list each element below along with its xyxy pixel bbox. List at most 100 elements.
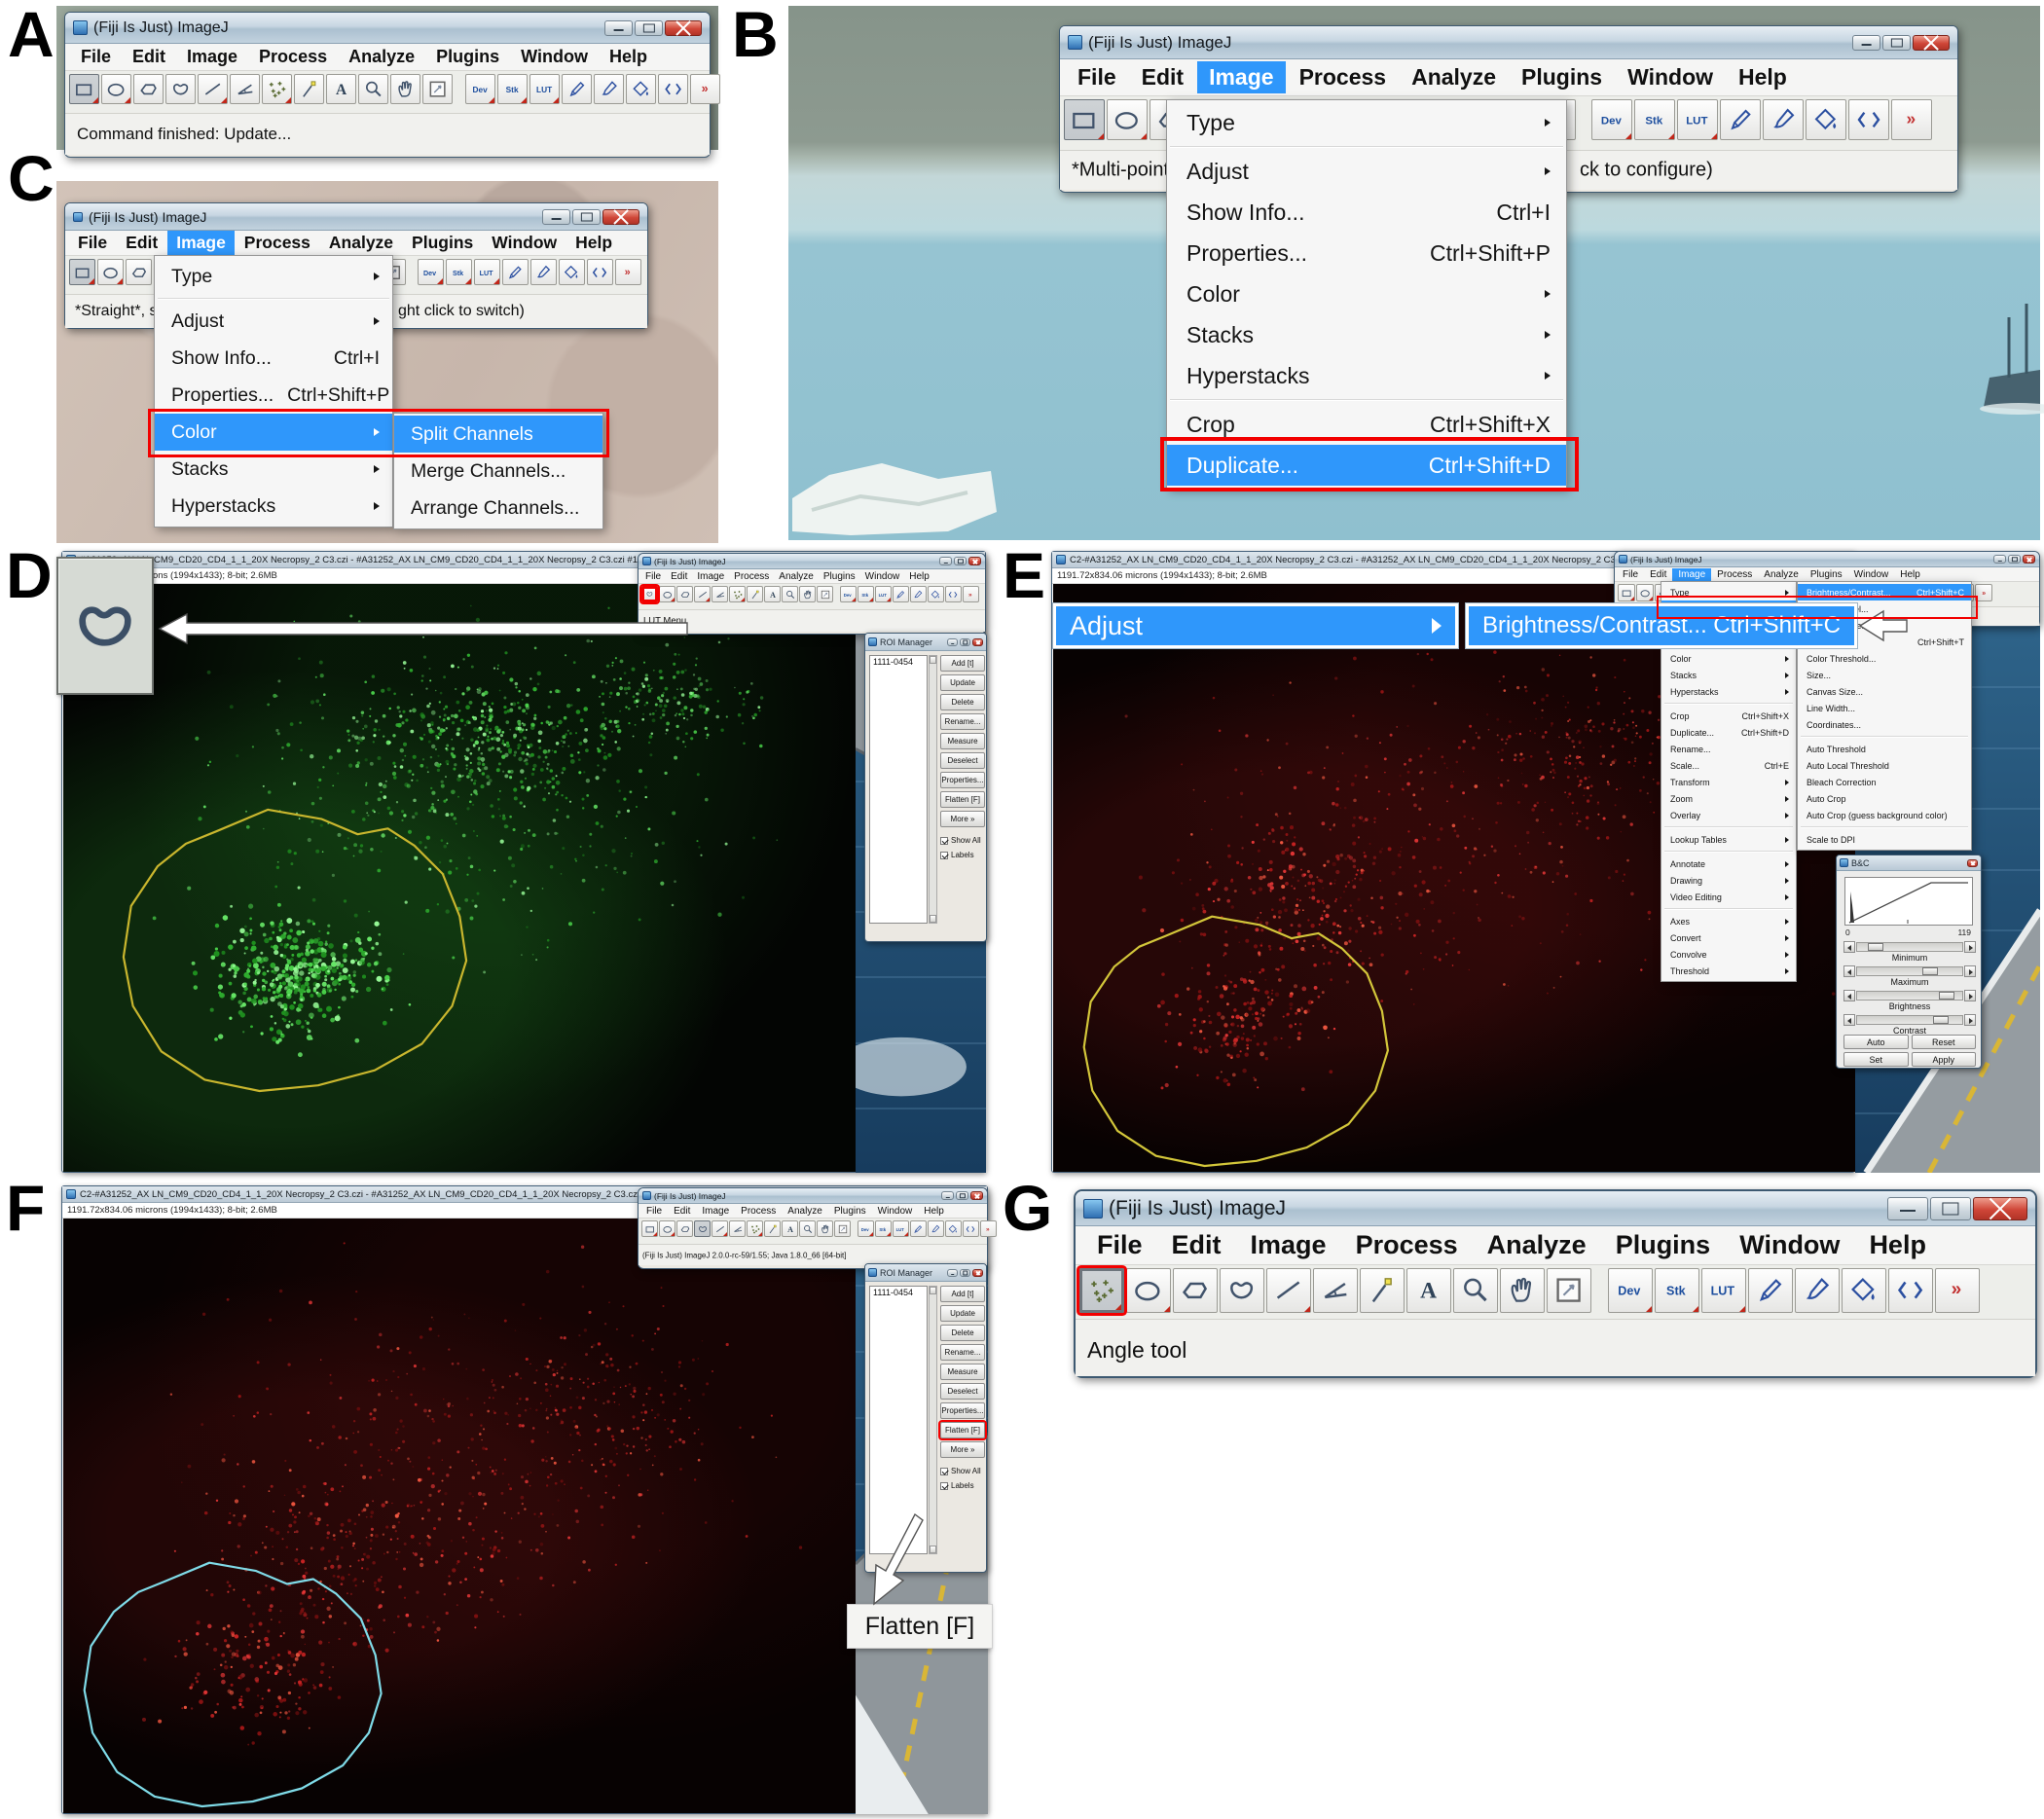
roi-button[interactable]: Add [t] — [940, 655, 985, 672]
menubar-item[interactable]: Analyze — [1400, 61, 1508, 93]
minimize-button[interactable] — [939, 557, 952, 565]
menubar-item[interactable]: Process — [1711, 568, 1758, 581]
roi-button[interactable]: Update — [940, 674, 985, 691]
minimize-button[interactable] — [947, 1269, 958, 1277]
lut-menu[interactable]: LUT — [875, 586, 892, 602]
dev-menu[interactable]: Dev — [1608, 1268, 1653, 1313]
menubar-item[interactable]: Help — [904, 570, 934, 583]
menubar-item[interactable]: Analyze — [782, 1205, 828, 1218]
menubar-item[interactable]: Plugins — [828, 1205, 872, 1218]
maximize-button[interactable] — [635, 20, 663, 36]
rectangle-tool[interactable] — [69, 74, 99, 104]
flood-fill-tool[interactable] — [1806, 99, 1846, 140]
minimize-button[interactable] — [604, 20, 633, 36]
roi-button[interactable]: Rename... — [940, 1344, 985, 1361]
pencil-tool[interactable] — [1720, 99, 1761, 140]
minimize-button[interactable] — [1993, 555, 2006, 564]
menubar-item[interactable]: Edit — [117, 231, 166, 255]
pencil-tool[interactable] — [1748, 1268, 1793, 1313]
roi-button[interactable]: Measure — [940, 1364, 985, 1380]
menu-item[interactable]: Crop Ctrl+Shift+X — [1661, 708, 1796, 724]
minimize-button[interactable] — [1852, 35, 1880, 51]
dev-menu[interactable]: Dev — [1591, 99, 1632, 140]
roi-button[interactable]: Deselect — [940, 752, 985, 769]
paintbrush-tool[interactable] — [594, 74, 624, 104]
slider-right-arrow[interactable] — [1964, 990, 1976, 1001]
stk-menu[interactable]: Stk — [875, 1220, 892, 1237]
freehand-tool[interactable] — [165, 74, 196, 104]
bc-slider[interactable]: Contrast — [1843, 1014, 1976, 1037]
more-tools[interactable]: » — [963, 586, 979, 602]
bc-slider[interactable]: Minimum — [1843, 941, 1976, 964]
wand-tool[interactable] — [294, 74, 324, 104]
menubar-item[interactable]: Image — [692, 570, 729, 583]
menubar-item[interactable]: Image — [1237, 1227, 1340, 1263]
rectangle-tool[interactable] — [1618, 584, 1635, 601]
freehand-tool[interactable] — [694, 1220, 711, 1237]
menubar-item[interactable]: Help — [566, 231, 621, 255]
menu-item[interactable]: Transform — [1661, 774, 1796, 790]
maximize-button[interactable] — [960, 638, 970, 646]
menu-item[interactable]: Brightness/Contrast... Ctrl+Shift+C — [1798, 584, 1971, 600]
rectangle-tool[interactable] — [69, 259, 95, 285]
menubar-item[interactable]: File — [1083, 1227, 1156, 1263]
menu-item[interactable]: Duplicate... Ctrl+Shift+D — [1167, 445, 1566, 486]
zoom-tool[interactable] — [1453, 1268, 1498, 1313]
dev-menu[interactable]: Dev — [465, 74, 495, 104]
arrows-tool[interactable] — [1888, 1268, 1933, 1313]
flood-fill-tool[interactable] — [928, 586, 944, 602]
line-tool[interactable] — [712, 1220, 728, 1237]
menu-item[interactable]: Color — [155, 414, 392, 451]
pencil-tool[interactable] — [910, 1220, 927, 1237]
menu-item[interactable]: Scale... Ctrl+E — [1661, 757, 1796, 774]
slider-right-arrow[interactable] — [1964, 941, 1976, 953]
roi-button[interactable]: Rename... — [940, 713, 985, 730]
roi-list-scrollbar[interactable] — [929, 1286, 937, 1554]
arrows-tool[interactable] — [963, 1220, 979, 1237]
menubar-item[interactable]: Process — [735, 1205, 782, 1218]
roi-checkbox[interactable]: Show All — [940, 836, 987, 845]
dev-menu[interactable]: Dev — [418, 259, 444, 285]
bc-button[interactable]: Auto — [1843, 1035, 1909, 1049]
menu-item[interactable]: Stacks — [155, 451, 392, 488]
flood-fill-tool[interactable] — [945, 1220, 962, 1237]
paintbrush-tool[interactable] — [1795, 1268, 1840, 1313]
menubar-item[interactable]: Analyze — [1474, 1227, 1600, 1263]
stk-menu[interactable]: Stk — [858, 586, 874, 602]
close-button[interactable] — [1967, 859, 1978, 867]
menubar-item[interactable]: Window — [860, 570, 905, 583]
menu-item[interactable]: Color — [1661, 650, 1796, 667]
arrows-tool[interactable] — [945, 586, 962, 602]
polygon-tool[interactable] — [126, 259, 152, 285]
hand-tool[interactable] — [799, 586, 816, 602]
paintbrush-tool[interactable] — [530, 259, 557, 285]
menubar-item[interactable]: Help — [1894, 568, 1926, 581]
menu-item[interactable]: Bleach Correction — [1798, 774, 1971, 790]
menubar-item[interactable]: Edit — [1644, 568, 1672, 581]
arrows-tool[interactable] — [587, 259, 613, 285]
angle-tool[interactable] — [1313, 1268, 1358, 1313]
bc-titlebar[interactable]: B&C — [1837, 855, 1981, 871]
lut-menu[interactable]: LUT — [893, 1220, 909, 1237]
rectangle-tool[interactable] — [641, 586, 658, 602]
slider-left-arrow[interactable] — [1843, 990, 1855, 1001]
paintbrush-tool[interactable] — [1763, 99, 1804, 140]
slider-left-arrow[interactable] — [1843, 1014, 1855, 1026]
roi-button[interactable]: Deselect — [940, 1383, 985, 1400]
bc-button[interactable]: Set — [1843, 1052, 1909, 1067]
minimize-button[interactable] — [1887, 1197, 1928, 1220]
menubar-item[interactable]: File — [71, 45, 121, 69]
menu-item[interactable]: Hyperstacks — [155, 488, 392, 525]
maximize-button[interactable] — [960, 1269, 970, 1277]
menubar-item[interactable]: Analyze — [339, 45, 424, 69]
line-tool[interactable] — [1266, 1268, 1311, 1313]
slider-thumb[interactable] — [1933, 1016, 1949, 1024]
angle-tool[interactable] — [230, 74, 260, 104]
menu-item[interactable]: Hyperstacks — [1167, 355, 1566, 396]
pencil-tool[interactable] — [893, 586, 909, 602]
flood-fill-tool[interactable] — [1842, 1268, 1886, 1313]
roi-list-item[interactable]: 1111-0454 — [870, 656, 927, 668]
menubar-item[interactable]: Help — [918, 1205, 950, 1218]
callout-adjust[interactable]: Adjust — [1053, 603, 1458, 648]
menu-item[interactable]: Stacks — [1167, 314, 1566, 355]
